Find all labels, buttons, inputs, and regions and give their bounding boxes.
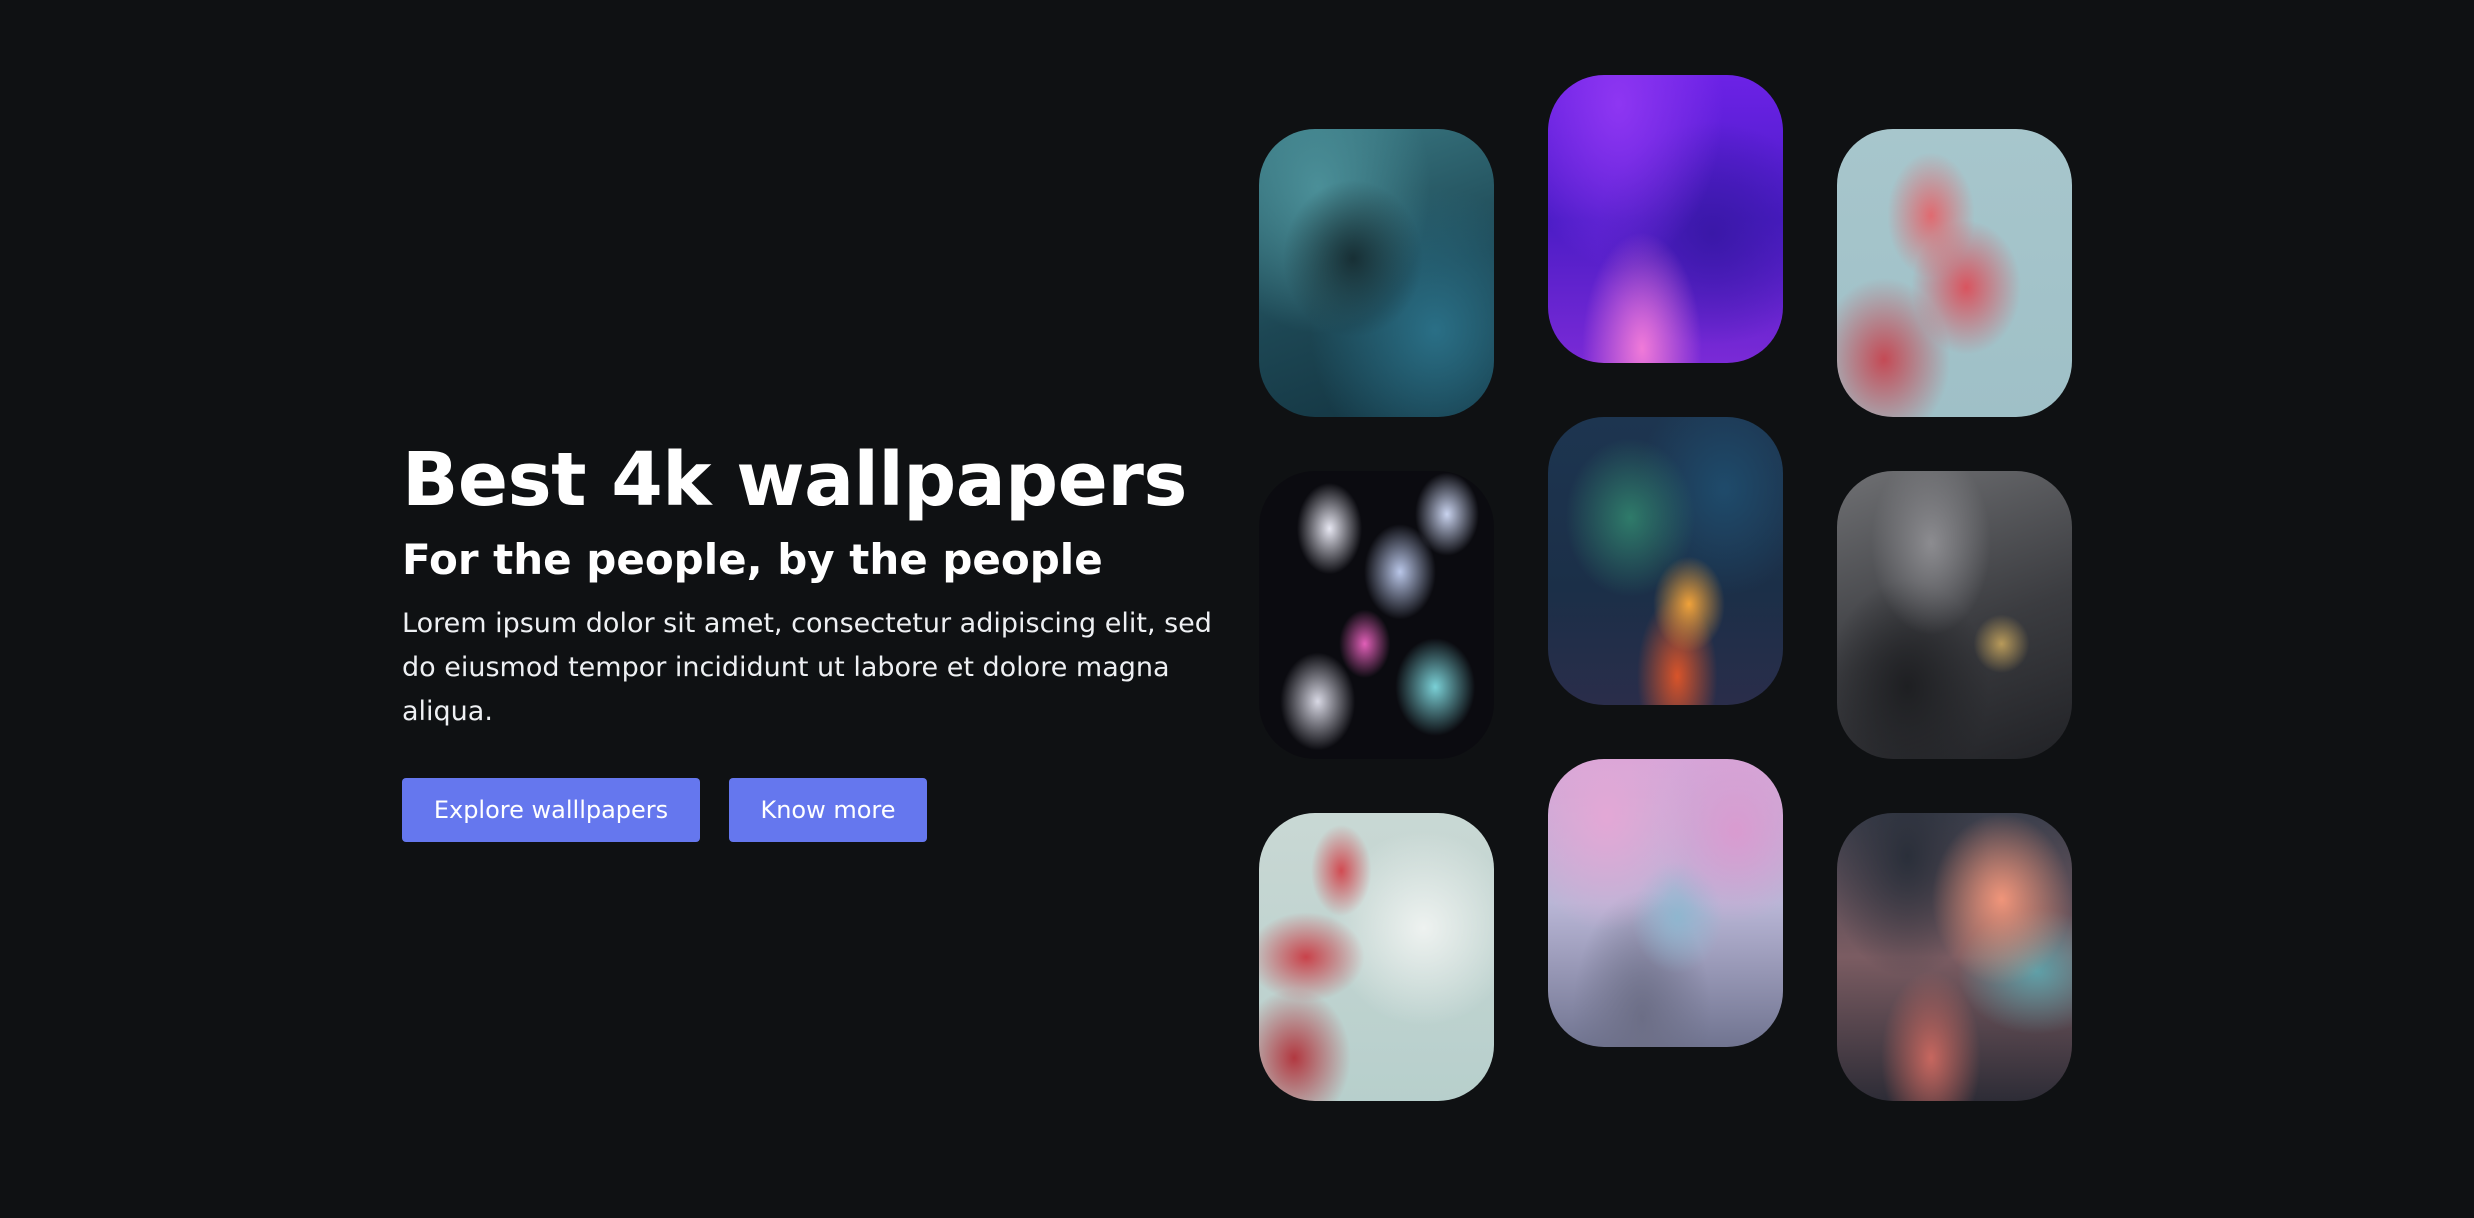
wallpaper-tile-cherry-blossom[interactable] [1837, 129, 2072, 417]
wallpaper-tile-iridescent-abstract[interactable] [1259, 471, 1494, 759]
wallpaper-tile-grey-marble[interactable] [1837, 471, 2072, 759]
wallpaper-tile-sunset-clouds[interactable] [1837, 813, 2072, 1101]
hero-description: Lorem ipsum dolor sit amet, consectetur … [402, 608, 1212, 727]
wallpaper-tile-color-smoke[interactable] [1548, 417, 1783, 705]
explore-wallpapers-button[interactable]: Explore walllpapers [402, 778, 700, 842]
hero-title: Best 4k wallpapers [402, 437, 1187, 523]
hero-section: Best 4k wallpapers For the people, by th… [402, 430, 1222, 842]
landing-page: Best 4k wallpapers For the people, by th… [0, 0, 2474, 1218]
wallpaper-tile-anime-road[interactable] [1548, 759, 1783, 1047]
hero-buttons: Explore walllpapers Know more [402, 778, 1222, 842]
wallpaper-tile-teal-nebula[interactable] [1259, 129, 1494, 417]
hero-subtitle: For the people, by the people [402, 535, 1103, 584]
wallpaper-tile-red-blossom-sky[interactable] [1259, 813, 1494, 1101]
wallpaper-tile-purple-nebula[interactable] [1548, 75, 1783, 363]
know-more-button[interactable]: Know more [729, 778, 927, 842]
